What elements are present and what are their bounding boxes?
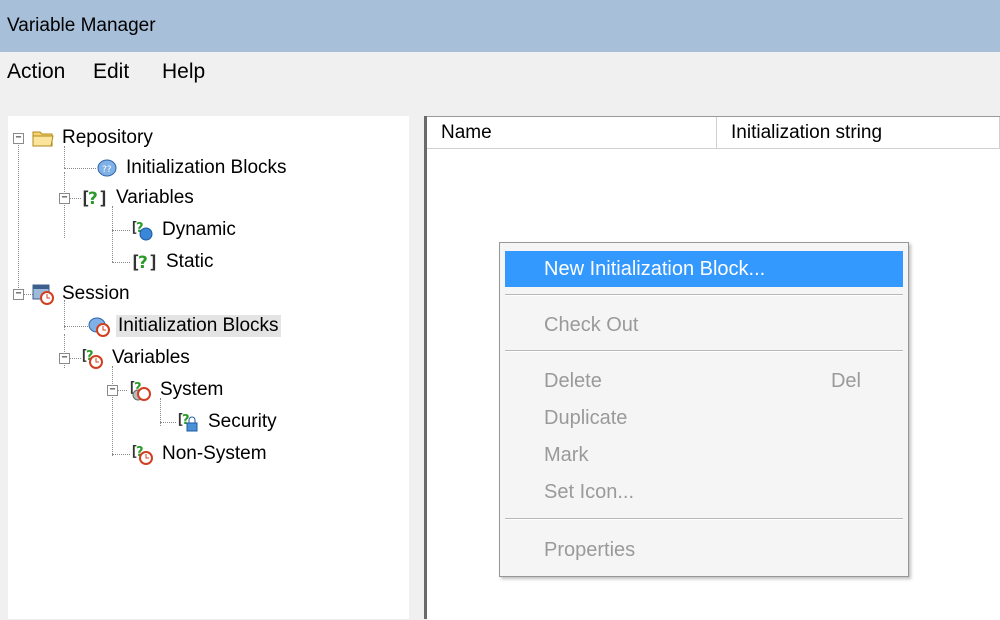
tree-node-dynamic[interactable]: [? Dynamic bbox=[130, 217, 238, 243]
tree-connector bbox=[112, 366, 113, 456]
menu-item-label: Duplicate bbox=[544, 407, 628, 429]
svg-text:]: ] bbox=[98, 188, 108, 209]
menu-item-label: Properties bbox=[544, 539, 636, 561]
menu-edit[interactable]: Edit bbox=[93, 60, 129, 84]
menu-item-set-icon[interactable]: Set Icon... bbox=[505, 474, 903, 510]
menu-item-label: Delete bbox=[544, 370, 602, 392]
svg-text:]: ] bbox=[148, 252, 158, 273]
tree-label: Security bbox=[208, 411, 277, 432]
tree-label: Dynamic bbox=[162, 219, 236, 240]
collapse-icon[interactable]: − bbox=[13, 289, 24, 300]
menu-item-mark[interactable]: Mark bbox=[505, 437, 903, 473]
menu-item-delete[interactable]: Delete Del bbox=[505, 363, 903, 399]
tree-node-session[interactable]: Session bbox=[32, 281, 132, 307]
tree-connector bbox=[64, 172, 65, 238]
menu-item-check-out[interactable]: Check Out bbox=[505, 307, 903, 343]
menu-separator bbox=[505, 350, 903, 352]
tree-node-non-system[interactable]: [? Non-System bbox=[130, 441, 269, 467]
menu-action[interactable]: Action bbox=[7, 60, 65, 84]
tree-connector bbox=[112, 230, 130, 231]
column-header-init-string[interactable]: Initialization string bbox=[717, 117, 1000, 149]
menu-item-duplicate[interactable]: Duplicate bbox=[505, 400, 903, 436]
variable-icon: [?] bbox=[130, 251, 159, 273]
database-icon bbox=[88, 315, 110, 337]
tree-connector bbox=[112, 454, 130, 455]
system-variable-icon: [? bbox=[128, 379, 152, 401]
tree-node-repo-init-blocks[interactable]: ?? Initialization Blocks bbox=[96, 155, 289, 181]
menu-item-label: Mark bbox=[544, 444, 589, 466]
menu-item-new-init-block[interactable]: New Initialization Block... bbox=[505, 251, 903, 287]
tree-node-static[interactable]: [?] Static bbox=[130, 249, 216, 275]
tree-node-system[interactable]: [? System bbox=[128, 377, 225, 403]
collapse-icon[interactable]: − bbox=[59, 193, 70, 204]
variable-icon: [?] bbox=[80, 187, 109, 209]
collapse-icon[interactable]: − bbox=[59, 353, 70, 364]
menu-separator bbox=[505, 294, 903, 296]
column-header-name[interactable]: Name bbox=[427, 117, 717, 149]
tree-label: System bbox=[160, 379, 224, 400]
tree-connector bbox=[18, 138, 19, 294]
tree-node-session-variables[interactable]: [? Variables bbox=[80, 345, 192, 371]
collapse-icon[interactable]: − bbox=[13, 133, 24, 144]
tree-node-security[interactable]: [? Security bbox=[176, 409, 279, 435]
tree-label: Initialization Blocks bbox=[116, 315, 281, 337]
tree-label: Initialization Blocks bbox=[126, 157, 287, 178]
tree-node-session-init-blocks[interactable]: Initialization Blocks bbox=[88, 313, 281, 339]
tree-label: Repository bbox=[62, 127, 153, 148]
svg-text:?: ? bbox=[88, 189, 98, 209]
menu-bar: Action Edit Help bbox=[0, 52, 1000, 94]
session-variable-icon: [? bbox=[80, 347, 104, 369]
session-variable-icon: [? bbox=[130, 443, 154, 465]
tree-label: Session bbox=[62, 283, 130, 304]
folder-icon bbox=[32, 127, 54, 149]
tree-connector bbox=[112, 206, 113, 262]
menu-help[interactable]: Help bbox=[162, 60, 205, 84]
menu-item-shortcut: Del bbox=[830, 370, 861, 392]
session-icon bbox=[32, 283, 54, 305]
tree-connector bbox=[112, 262, 130, 263]
window-title: Variable Manager bbox=[0, 0, 1000, 52]
menu-item-label: Set Icon... bbox=[544, 481, 635, 503]
tree-label: Static bbox=[166, 251, 214, 272]
menu-separator bbox=[505, 518, 903, 520]
tree-label: Variables bbox=[112, 347, 190, 368]
menu-item-properties[interactable]: Properties bbox=[505, 532, 903, 568]
tree-connector bbox=[64, 326, 88, 327]
tree-node-repository[interactable]: Repository bbox=[32, 125, 155, 151]
collapse-icon[interactable]: − bbox=[107, 385, 118, 396]
variable-tree[interactable]: − − − − − Repository ?? Initialization B… bbox=[8, 116, 409, 619]
tree-label: Non-System bbox=[162, 443, 267, 464]
database-icon: ?? bbox=[96, 157, 118, 179]
menu-item-label: Check Out bbox=[544, 314, 639, 336]
tree-connector bbox=[117, 390, 127, 391]
menu-item-label: New Initialization Block... bbox=[544, 258, 766, 280]
context-menu: New Initialization Block... Check Out De… bbox=[499, 242, 909, 577]
dynamic-variable-icon: [? bbox=[130, 219, 154, 241]
tree-connector bbox=[160, 422, 176, 423]
svg-text:??: ?? bbox=[102, 165, 112, 175]
svg-text:?: ? bbox=[138, 253, 148, 273]
security-variable-icon: [? bbox=[176, 411, 200, 433]
tree-connector bbox=[64, 168, 96, 169]
tree-label: Variables bbox=[116, 187, 194, 208]
tree-node-repo-variables[interactable]: [?] Variables bbox=[80, 185, 196, 211]
